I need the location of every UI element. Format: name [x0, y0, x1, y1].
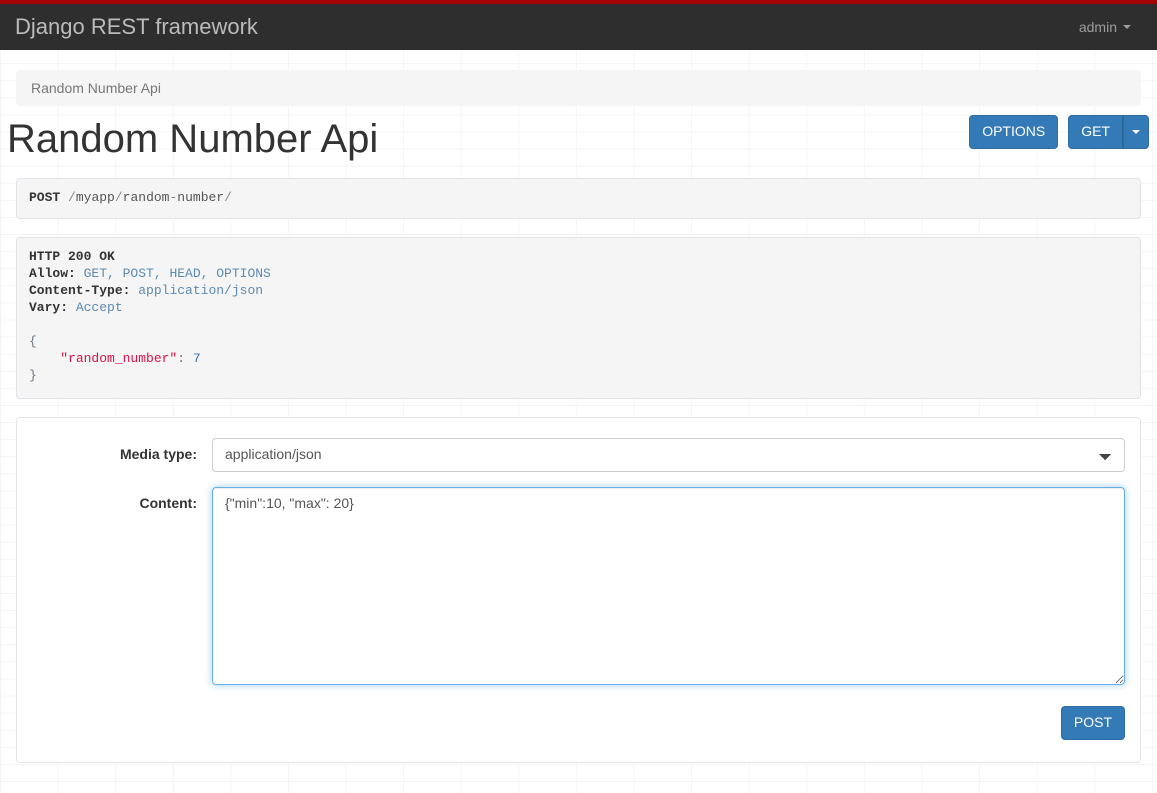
json-colon: :	[177, 350, 186, 366]
path-segment-random: random	[122, 190, 170, 205]
breadcrumb: Random Number Api	[16, 70, 1141, 106]
content-form-group: Content: {"min":10, "max": 20}	[17, 486, 1140, 691]
caret-down-icon	[1123, 25, 1131, 29]
response-header-name-allow: Allow:	[29, 265, 76, 281]
json-key-random-number: "random_number"	[60, 350, 178, 366]
get-button[interactable]: GET	[1068, 115, 1123, 149]
response-header-value-allow: GET, POST, HEAD, OPTIONS	[83, 265, 271, 281]
json-value-random-number: 7	[192, 350, 201, 366]
content-label: Content:	[139, 494, 197, 511]
response-header-value-vary: Accept	[75, 299, 123, 315]
content-textarea[interactable]: {"min":10, "max": 20}	[212, 486, 1125, 685]
user-dropdown-toggle[interactable]: admin	[1065, 4, 1145, 50]
response-header-value-content-type: application/json	[138, 282, 264, 298]
get-button-group: GET	[1068, 115, 1149, 149]
page-header: Random Number Api OPTIONS GET	[7, 106, 1149, 178]
user-dropdown-label: admin	[1078, 19, 1117, 35]
form-actions: POST	[17, 705, 1140, 740]
page-title: Random Number Api	[7, 117, 379, 161]
path-sep-1: /	[68, 190, 76, 205]
navbar: Django REST framework admin	[0, 4, 1157, 50]
raw-data-form: Media type: application/json Content: {"…	[16, 416, 1141, 763]
path-sep-2: /	[114, 190, 123, 205]
media-type-control-wrap: application/json	[212, 437, 1125, 472]
path-segment-app: myapp	[75, 190, 115, 205]
request-line: POST /myapp/random-number/	[17, 179, 1140, 218]
response-header-name-content-type: Content-Type:	[29, 282, 131, 298]
path-sep-3: /	[224, 190, 232, 205]
response-status-line: HTTP 200 OK	[29, 248, 115, 264]
json-open-brace: {	[29, 333, 37, 349]
response-header-name-vary: Vary:	[29, 299, 69, 315]
response-body: HTTP 200 OK Allow: GET, POST, HEAD, OPTI…	[17, 238, 1140, 398]
breadcrumb-item-active[interactable]: Random Number Api	[31, 78, 1126, 98]
navbar-right-section: admin	[1065, 4, 1145, 50]
get-dropdown-toggle[interactable]	[1123, 115, 1149, 149]
caret-down-icon	[1132, 129, 1140, 134]
path-segment-number: number	[177, 190, 225, 205]
json-close-brace: }	[29, 367, 37, 383]
media-type-form-group: Media type: application/json	[17, 437, 1140, 472]
options-button[interactable]: OPTIONS	[969, 115, 1059, 149]
main-content: Random Number Api OPTIONS GET POST /myap…	[0, 106, 1157, 763]
request-method: POST	[29, 190, 61, 205]
navbar-brand[interactable]: Django REST framework	[0, 4, 273, 50]
response-panel: HTTP 200 OK Allow: GET, POST, HEAD, OPTI…	[16, 236, 1141, 399]
media-type-label: Media type:	[119, 445, 197, 462]
content-control-wrap: {"min":10, "max": 20}	[212, 486, 1125, 691]
media-type-select[interactable]: application/json	[212, 437, 1125, 472]
request-panel: POST /myapp/random-number/	[16, 178, 1141, 219]
post-submit-button[interactable]: POST	[1060, 705, 1125, 740]
breadcrumb-label: Random Number Api	[31, 80, 161, 96]
request-actions: OPTIONS GET	[969, 115, 1149, 149]
